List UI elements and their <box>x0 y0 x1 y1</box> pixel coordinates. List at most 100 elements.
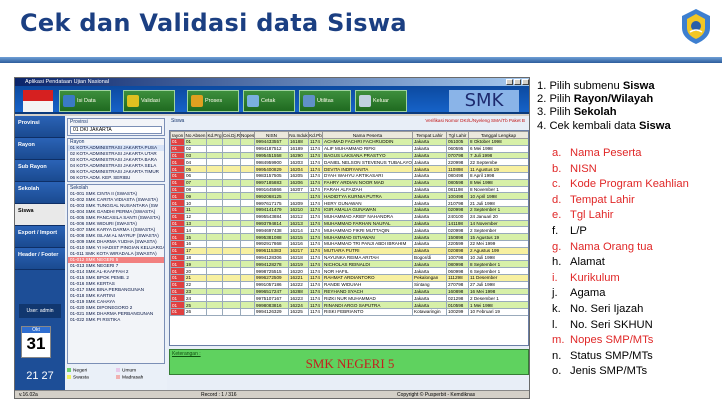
step-item: 3. Pilih Sekolah <box>537 106 722 119</box>
table-cell: 8 November 1 <box>468 185 528 194</box>
table-cell: 9995400829 <box>254 165 289 173</box>
field-letter: a. <box>552 147 562 159</box>
table-row[interactable]: 01 11 9994141479 16210 1174 IGIR AMALIA GUNAW… <box>170 205 528 214</box>
table-cell <box>206 280 223 289</box>
table-cell <box>240 267 255 275</box>
table-row[interactable]: 01 22 9991057186 16222 1174 RANDE WIDUIAH Sint… <box>170 280 528 289</box>
nav-item-siswa[interactable]: Siswa <box>15 204 65 226</box>
table-cell: 1174 <box>308 294 323 303</box>
table-row[interactable]: 01 13 9993794814 16213 1174 MUHAMMAD FARHAN N… <box>170 219 528 228</box>
column-header[interactable]: No Absen <box>184 131 207 139</box>
table-cell <box>240 151 255 160</box>
table-row[interactable]: 01 05 9995400829 16204 1174 DEVITA INDRYANITA… <box>170 165 528 173</box>
menu-tab-keluar[interactable]: Keluar <box>355 90 407 112</box>
nav-item-sekolah[interactable]: Sekolah <box>15 182 65 204</box>
table-cell: 9994126329 <box>254 307 289 316</box>
nav-item-export-import[interactable]: Export / Import <box>15 226 65 248</box>
menu-tab-cetak[interactable]: Cetak <box>243 90 295 112</box>
table-row[interactable]: 01 02 9994187512 16189 1174 ALIF MUHAMMAD RIF… <box>170 144 528 153</box>
column-header[interactable]: Nama Peserta <box>322 131 413 139</box>
table-row[interactable]: 01 03 9995451558 16290 1174 BAGUS LAKSANA PRA… <box>170 151 528 160</box>
field-item: g. Nama Orang tua <box>552 240 722 256</box>
column-header[interactable]: Tanggal Lengkap <box>468 131 528 139</box>
column-header[interactable]: Tgl Lahir <box>446 131 469 139</box>
nav-item-sub-rayon[interactable]: Sub Rayon <box>15 160 65 182</box>
menu-tab-label: Keluar <box>373 98 389 104</box>
table-row[interactable]: 01 01 9994433557 16188 1174 ACHMAD FACHRI FAC… <box>170 138 528 146</box>
column-header[interactable]: Kd.Pb <box>308 131 323 139</box>
column-header[interactable]: NISN <box>254 131 289 139</box>
table-cell: 16224 <box>288 301 309 309</box>
column-header[interactable]: Cei.Dj.R. <box>222 131 241 139</box>
minimize-button[interactable] <box>506 79 513 85</box>
table-cell: 16221 <box>288 273 309 282</box>
table-cell <box>222 267 241 275</box>
table-row[interactable]: 01 04 9984959900 16203 1174 DANIEL NELSON STE… <box>170 158 528 167</box>
menu-tab-utilitas[interactable]: Utilitas <box>299 90 351 112</box>
table-row[interactable]: 01 24 9975107167 16223 1174 RIZKI NUR MUHAMMA… <box>170 294 528 303</box>
field-item: b. NISN <box>552 162 722 178</box>
table-row[interactable]: 01 21 9996272509 16221 1174 RAHMAT ARDIANTORO… <box>170 273 528 282</box>
table-cell: 2 Desember 1 <box>468 294 528 303</box>
menu-utilitas-icon <box>303 95 315 107</box>
table-row[interactable]: 01 26 9994126329 16225 1174 RISKI FEBRIANTO Ko… <box>170 307 528 316</box>
table-row[interactable]: 01 10 9997617175 16209 1174 HERY GUNAWAN Jakar… <box>170 199 528 207</box>
table-row[interactable]: 01 08 9991645866 16207 1174 FARAH ALFAIZAH Jak… <box>170 185 528 194</box>
table-cell: 9994433557 <box>254 138 289 146</box>
table-cell: Jakarta <box>412 138 447 146</box>
table-row[interactable]: 01 12 9995543884 16212 1174 MUHAMMAD ARIEF NA… <box>170 212 528 221</box>
column-header[interactable]: No.Induk <box>288 131 309 139</box>
nav-item-provinsi[interactable]: Provinsi <box>15 116 65 138</box>
table-cell: 01 <box>170 151 185 160</box>
column-header[interactable]: Nopes <box>240 131 255 139</box>
table-cell: 16213 <box>288 219 309 228</box>
nav-item-rayon[interactable]: Rayon <box>15 138 65 160</box>
table-cell: 9983157505 <box>254 171 289 180</box>
table-row[interactable]: 01 15 9995381088 16215 1174 MUHAMMAD ISTIAWAN… <box>170 233 528 241</box>
table-cell: 01 <box>170 178 185 187</box>
maximize-button[interactable] <box>514 79 521 85</box>
table-row[interactable]: 01 23 9996517247 16288 1174 REYHAND SYACH Jaka… <box>170 287 528 296</box>
table-row[interactable]: 01 25 9998083816 16224 1174 RINANDI ARGO SAPU… <box>170 301 528 309</box>
table-row[interactable]: 01 17 9996115383 16217 1174 MUTIARA PUTRI Jaka… <box>170 246 528 255</box>
table-cell: 9998083816 <box>254 301 289 309</box>
table-row[interactable]: 01 20 9998725515 16220 1174 NOR HAFIL Jakarta 0… <box>170 267 528 275</box>
field-item: m. Nopes SMP/MTs <box>552 333 722 349</box>
rayon-item[interactable]: 06 KOTA ADM. KEP. SERIBU <box>68 175 164 181</box>
menu-tab-isi-data[interactable]: Isi Data <box>59 90 111 112</box>
column-header[interactable]: Tempat Lahir <box>412 131 447 139</box>
nav-item-header-footer[interactable]: Header / Footer <box>15 248 65 270</box>
table-cell: 9997617175 <box>254 199 289 207</box>
table-cell <box>206 185 223 194</box>
close-button[interactable] <box>522 79 529 85</box>
menu-tab-proses[interactable]: Proses <box>187 90 239 112</box>
table-cell: 9994128306 <box>254 253 289 262</box>
table-cell: 1174 <box>308 260 323 269</box>
table-row[interactable]: 01 16 9992917868 16216 1174 MUHAMMAD TRI PANJ… <box>170 239 528 248</box>
table-row[interactable]: 01 19 9994128278 16219 1174 NICHOLAS REINALDI… <box>170 260 528 269</box>
table-cell: 21 <box>184 273 207 282</box>
sekolah-item[interactable]: 01-022 SMK PI RISTIKA <box>68 317 164 323</box>
table-cell: 16210 <box>288 205 309 214</box>
table-cell: 070798 <box>446 151 469 160</box>
rayon-group: Rayon 01 KOTA ADMINISTRASI JAKARTA PUSA 0… <box>67 138 165 182</box>
table-row[interactable]: 01 07 9997185883 16206 1174 FAHRY ARDIAN NOOR… <box>170 178 528 187</box>
table-row[interactable]: 01 18 9994128306 16218 1174 NAYUNKA REIMA ARI… <box>170 253 528 262</box>
table-cell: 100299 <box>446 307 469 316</box>
step-text: 3. Pilih <box>537 106 574 119</box>
menu-tab-validasi[interactable]: Validasi <box>123 90 175 112</box>
table-cell: DEVITA INDRYANITA <box>322 165 413 173</box>
table-cell: 19 <box>184 260 207 269</box>
table-cell: 01 <box>170 185 185 194</box>
table-cell: 9975107167 <box>254 294 289 303</box>
column-header[interactable]: Kd.Prg <box>206 131 223 139</box>
table-row[interactable]: 01 09 9992068125 1174 HADIDTYA KURNIA PUTRA J… <box>170 192 528 201</box>
table-cell: 1174 <box>308 151 323 160</box>
provinsi-select[interactable]: 01 DKI JAKARTA <box>70 126 162 134</box>
provinsi-group: Provinsi 01 DKI JAKARTA <box>67 118 165 136</box>
legend-swatch <box>67 368 71 372</box>
column-header[interactable]: rayon <box>170 131 185 139</box>
legend-label: Negeri <box>73 368 88 374</box>
table-row[interactable]: 01 14 9994697438 16214 1174 MUHAMMAD FIKRI MU… <box>170 226 528 235</box>
table-row[interactable]: 01 06 9983157505 16205 1174 DYAH WAHYU ARTIKA… <box>170 171 528 180</box>
